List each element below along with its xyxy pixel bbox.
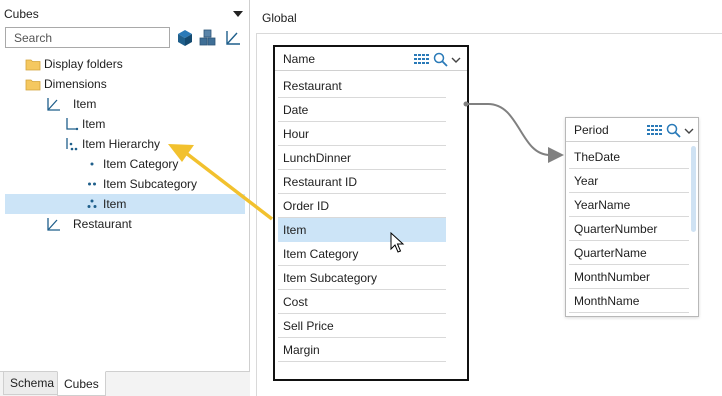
tree-item-label: Item [82, 117, 106, 131]
tree-item-item-dimension[interactable]: Item [5, 94, 245, 114]
table-row[interactable]: LunchDinner [278, 146, 446, 170]
dimension-icon [47, 218, 60, 231]
attribute-icon [66, 118, 79, 131]
level-one-dot-icon [90, 162, 94, 166]
table-row[interactable]: YearName [569, 193, 689, 217]
table-row[interactable]: Sell Price [278, 314, 446, 338]
grid-icon[interactable] [647, 124, 663, 138]
tree-item-item-subcategory[interactable]: Item Subcategory [5, 174, 245, 194]
search-box[interactable] [5, 27, 170, 48]
chevron-down-icon[interactable] [451, 55, 461, 65]
table-header-label: Period [574, 122, 609, 137]
tree-item-dimensions[interactable]: Dimensions [5, 74, 245, 94]
folder-icon [25, 59, 41, 71]
table-row[interactable]: MonthNumber [569, 265, 689, 289]
cube-selector-dropdown[interactable]: Cubes [1, 4, 247, 24]
search-input[interactable] [14, 28, 169, 47]
cube-selector-value: Cubes [4, 7, 39, 21]
group-title: Global [262, 11, 297, 25]
dropdown-arrow-icon[interactable] [233, 11, 243, 17]
table-row[interactable]: Margin [278, 338, 446, 362]
tree-item-item-leaf[interactable]: Item [5, 194, 245, 214]
tree-item-item-hierarchy[interactable]: Item Hierarchy [5, 134, 245, 154]
table-row[interactable]: TheDate [569, 145, 689, 169]
table-header-label: Name [283, 51, 316, 66]
table-row[interactable]: Date [278, 98, 446, 122]
grid-icon[interactable] [414, 53, 430, 67]
table-row[interactable]: Item Subcategory [278, 266, 446, 290]
tree-item-label: Restaurant [73, 217, 132, 231]
tree-item-label: Item [103, 197, 127, 211]
table-row[interactable]: Cost [278, 290, 446, 314]
cubes-panel: Cubes Displ [0, 0, 250, 396]
tree-item-label: Display folders [44, 57, 123, 71]
period-table-card[interactable]: Period TheDate Year YearName QuarterNumb… [565, 117, 699, 317]
panel-tab-bar: Schema Cubes [0, 371, 250, 396]
folder-icon [25, 79, 41, 91]
tree-item-label: Item Hierarchy [82, 137, 161, 151]
table-row[interactable]: Hour [278, 122, 446, 146]
search-icon[interactable] [433, 52, 448, 67]
tree-item-label: Dimensions [44, 77, 107, 91]
tree-item-label: Item [73, 97, 97, 111]
tree-item-label: Item Subcategory [103, 177, 198, 191]
table-tools [647, 123, 694, 138]
tab-cubes[interactable]: Cubes [57, 371, 106, 396]
hierarchy-icon [66, 138, 78, 151]
main-table-card[interactable]: Name Restaurant Date Hour LunchDinner Re… [273, 45, 469, 381]
tree-item-item-category[interactable]: Item Category [5, 154, 245, 174]
tree-item-restaurant[interactable]: Restaurant [5, 214, 245, 234]
stacked-cubes-icon[interactable] [199, 29, 217, 47]
table-header: Period [566, 118, 698, 142]
table-row[interactable]: QuarterName [569, 241, 689, 265]
scrollbar-thumb[interactable] [691, 146, 696, 232]
table-row[interactable]: Year [569, 169, 689, 193]
dimension-icon [47, 98, 60, 111]
table-row[interactable]: MonthName [569, 289, 689, 313]
table-row[interactable]: Item Category [278, 242, 446, 266]
level-three-dot-icon [87, 199, 97, 208]
table-row[interactable]: Restaurant ID [278, 170, 446, 194]
cube-icon[interactable] [176, 29, 194, 47]
app-window: Cubes Displ [0, 0, 722, 396]
table-row-hovered[interactable]: Item [278, 218, 446, 242]
table-row[interactable]: Restaurant [278, 74, 446, 98]
level-two-dot-icon [88, 182, 96, 186]
table-row[interactable]: QuarterNumber [569, 217, 689, 241]
tab-schema[interactable]: Schema [3, 372, 62, 395]
diagram-canvas[interactable]: Global Name Restaurant Date Hour LunchDi… [251, 0, 722, 396]
search-icon[interactable] [666, 123, 681, 138]
tree-item-display-folders[interactable]: Display folders [5, 54, 245, 74]
table-row[interactable]: Order ID [278, 194, 446, 218]
table-header: Name [275, 47, 467, 71]
chevron-down-icon[interactable] [684, 126, 694, 136]
dimension-axes-icon[interactable] [224, 29, 242, 47]
tree-item-item-level[interactable]: Item [5, 114, 245, 134]
tree-item-label: Item Category [103, 157, 179, 171]
table-tools [414, 52, 461, 67]
